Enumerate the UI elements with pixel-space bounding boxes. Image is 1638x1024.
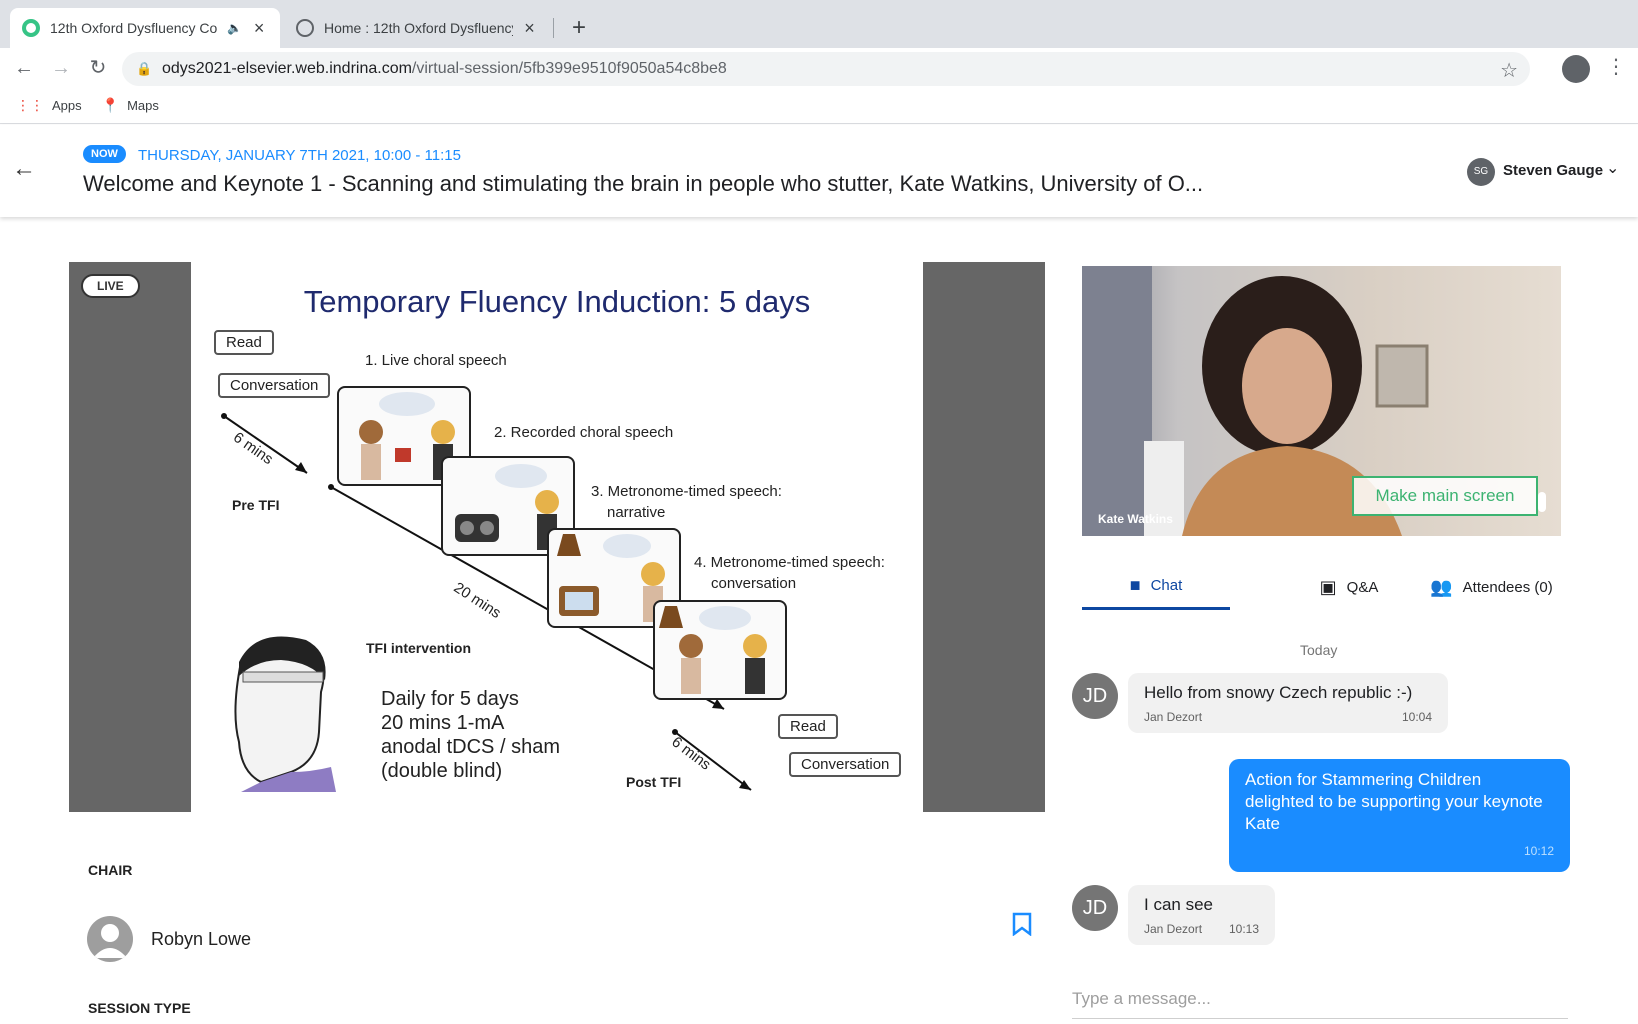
- slide-step-3b: narrative: [607, 504, 666, 521]
- tdcs-person-illustration: [234, 636, 336, 792]
- session-date: THURSDAY, JANUARY 7TH 2021, 10:00 - 11:1…: [138, 147, 461, 164]
- message-time: 10:13: [1228, 922, 1259, 936]
- speaker-audio-icon[interactable]: 🔈: [227, 21, 242, 35]
- message-input[interactable]: Type a message...: [1072, 985, 1568, 1019]
- tab-label: Q&A: [1346, 578, 1379, 596]
- message-avatar: JD: [1072, 673, 1118, 719]
- address-bar[interactable]: 🔒 odys2021-elsevier.web.indrina.com/virt…: [122, 52, 1530, 86]
- tab-chat[interactable]: ■ Chat: [1082, 564, 1230, 610]
- slide-daily-text: Daily for 5 days 20 mins 1-mA anodal tDC…: [381, 687, 560, 783]
- globe-icon: [296, 19, 314, 37]
- browser-menu-icon[interactable]: ⋮: [1606, 54, 1626, 79]
- apps-grid-icon: ⋮⋮: [16, 97, 44, 113]
- bookmark-icon[interactable]: [1012, 912, 1032, 936]
- now-badge: NOW: [83, 145, 126, 163]
- attendees-icon: 👥: [1430, 576, 1453, 597]
- page-title: Welcome and Keynote 1 - Scanning and sti…: [83, 171, 1204, 196]
- message-text: I can see: [1144, 895, 1213, 914]
- slide-step-3: 3. Metronome-timed speech:: [591, 483, 782, 500]
- live-badge: LIVE: [81, 274, 140, 298]
- browser-toolbar: ← → ↻ 🔒 odys2021-elsevier.web.indrina.co…: [0, 48, 1638, 88]
- tab-label: Attendees (0): [1462, 578, 1553, 596]
- session-header: ← NOW THURSDAY, JANUARY 7TH 2021, 10:00 …: [0, 125, 1638, 217]
- slide-step-1: 1. Live choral speech: [365, 352, 507, 369]
- message-text: Hello from snowy Czech republic :-): [1144, 683, 1413, 702]
- slide-conversation-box-post: Conversation: [789, 752, 902, 777]
- chair-heading: CHAIR: [88, 862, 133, 878]
- chat-message: I can see Jan Dezort 10:13: [1128, 885, 1275, 945]
- tab-attendees[interactable]: 👥 Attendees (0): [1422, 564, 1561, 610]
- conversation-icon: [659, 606, 767, 694]
- slide-step-2: 2. Recorded choral speech: [494, 424, 674, 441]
- lock-icon: 🔒: [136, 61, 153, 76]
- tab-label: Chat: [1150, 577, 1183, 594]
- chair-name[interactable]: Robyn Lowe: [151, 929, 251, 950]
- profile-avatar-icon[interactable]: [1562, 55, 1590, 83]
- microphone-icon: [1538, 492, 1546, 512]
- slide-daily-line: anodal tDCS / sham: [381, 736, 560, 758]
- tab-qa[interactable]: ▣ Q&A: [1289, 564, 1409, 610]
- conference-favicon-icon: [22, 19, 40, 37]
- close-tab-icon[interactable]: ×: [521, 18, 538, 39]
- slide-daily-line: 20 mins 1-mA: [381, 712, 505, 734]
- url-path: /virtual-session/5fb399e9510f9050a54c8be…: [411, 60, 727, 77]
- chat-message: Hello from snowy Czech republic :-) Jan …: [1128, 673, 1448, 733]
- slide-step-4b: conversation: [711, 575, 797, 592]
- tab-separator: [553, 18, 554, 38]
- close-tab-icon[interactable]: ×: [250, 18, 268, 39]
- message-meta: Jan Dezort 10:04: [1144, 710, 1432, 724]
- message-author: Jan Dezort: [1144, 922, 1203, 936]
- message-meta: 10:12: [1245, 844, 1554, 858]
- user-name[interactable]: Steven Gauge: [1503, 162, 1603, 179]
- forward-icon[interactable]: →: [49, 56, 73, 80]
- browser-tab[interactable]: Home : 12th Oxford Dysfluency ×: [284, 8, 550, 48]
- chair-avatar: [87, 916, 133, 962]
- message-meta: Jan Dezort 10:13: [1144, 922, 1259, 936]
- bookmark-apps[interactable]: ⋮⋮ Apps: [16, 97, 82, 114]
- maps-icon: 📍: [101, 97, 120, 113]
- user-avatar[interactable]: SG: [1467, 158, 1495, 186]
- chat-message-own: Action for Stammering Children delighted…: [1229, 759, 1570, 872]
- chat-day-separator: Today: [1300, 642, 1338, 658]
- back-icon[interactable]: ←: [12, 56, 36, 80]
- slide-tfi-intervention: TFI intervention: [366, 640, 471, 656]
- slide-panel-metronome-conversation: [653, 600, 787, 700]
- tab-title: Home : 12th Oxford Dysfluency: [324, 20, 513, 36]
- tab-title: 12th Oxford Dysfluency Co: [50, 20, 218, 36]
- message-text: Action for Stammering Children delighted…: [1245, 770, 1543, 833]
- browser-tab-active[interactable]: 12th Oxford Dysfluency Co 🔈 ×: [10, 8, 280, 48]
- slide-daily-line: Daily for 5 days: [381, 688, 519, 710]
- make-main-screen-button[interactable]: Make main screen: [1352, 476, 1538, 516]
- url-host: odys2021-elsevier.web.indrina.com: [162, 60, 412, 77]
- back-arrow-icon[interactable]: ←: [12, 155, 36, 183]
- slide-daily-line: (double blind): [381, 760, 503, 782]
- slide-step-4: 4. Metronome-timed speech:: [694, 554, 885, 571]
- message-time: 10:12: [1523, 844, 1554, 858]
- bookmark-label: Apps: [52, 98, 82, 113]
- speaker-video[interactable]: Kate Watkins Make main screen: [1082, 266, 1561, 536]
- slide-post-tfi: Post TFI: [626, 774, 682, 790]
- bookmark-maps[interactable]: 📍 Maps: [102, 97, 159, 114]
- message-author: Jan Dezort: [1144, 710, 1203, 724]
- reload-icon[interactable]: ↻: [86, 56, 110, 80]
- session-type-heading: SESSION TYPE: [88, 1000, 191, 1016]
- side-panel-tabs: ■ Chat ▣ Q&A 👥 Attendees (0): [1082, 564, 1561, 610]
- chevron-down-icon[interactable]: ⌄: [1606, 158, 1619, 178]
- chat-icon: ■: [1129, 575, 1141, 595]
- presentation-slide: Temporary Fluency Induction: 5 days Read…: [191, 262, 923, 812]
- message-avatar: JD: [1072, 885, 1118, 931]
- new-tab-icon[interactable]: +: [566, 14, 592, 42]
- presentation-stream[interactable]: LIVE Temporary Fluency Induction: 5 days…: [69, 262, 1045, 812]
- person-placeholder-icon: [93, 924, 127, 958]
- speaker-name-overlay: Kate Watkins: [1098, 512, 1173, 526]
- bookmark-star-icon[interactable]: ☆: [1500, 58, 1518, 83]
- message-time: 10:04: [1401, 710, 1432, 724]
- browser-tab-strip: 12th Oxford Dysfluency Co 🔈 × Home : 12t…: [0, 0, 1638, 48]
- bookmark-label: Maps: [127, 98, 159, 113]
- slide-read-box-post: Read: [778, 714, 838, 739]
- bookmarks-bar: ⋮⋮ Apps 📍 Maps: [0, 88, 1638, 124]
- slide-pre-tfi: Pre TFI: [232, 497, 280, 513]
- qa-icon: ▣: [1319, 576, 1337, 597]
